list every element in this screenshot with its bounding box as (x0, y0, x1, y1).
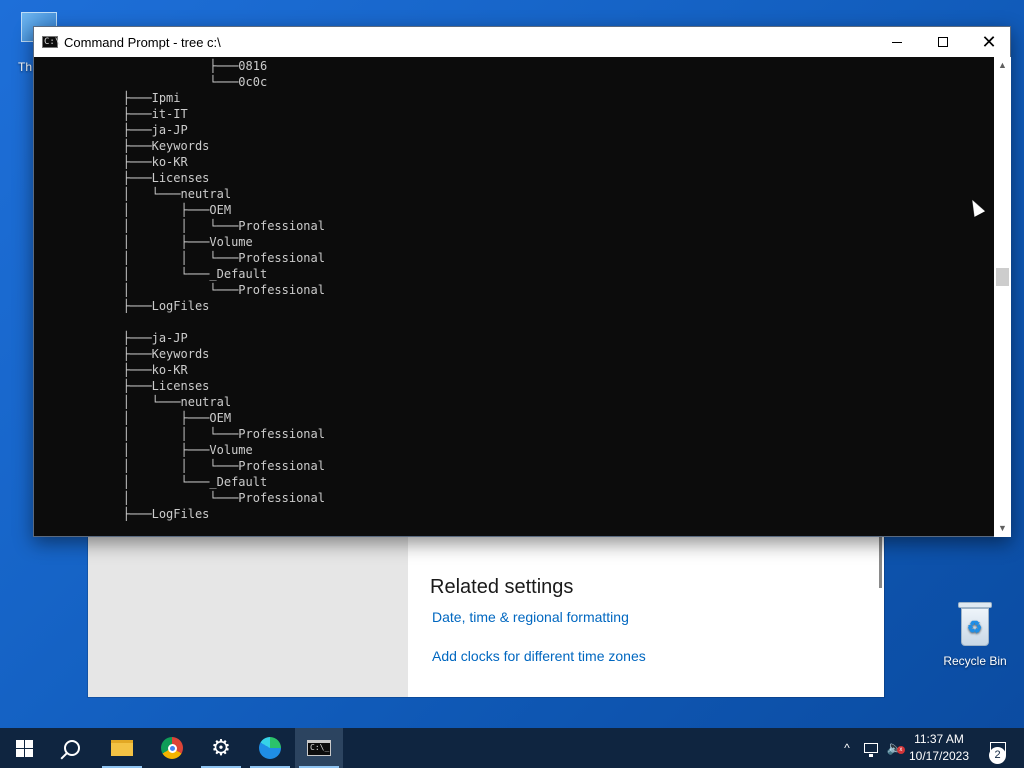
folder-icon (111, 740, 133, 756)
clock[interactable]: 11:37 AM 10/17/2023 (906, 731, 972, 765)
maximize-button[interactable] (920, 27, 966, 57)
related-settings-heading: Related settings (430, 576, 574, 598)
taskbar: ⚙ C:\_ ^ 🔈 x 11:37 AM 10/17/2023 2 (0, 728, 1024, 768)
notification-count-badge: 2 (989, 747, 1006, 764)
scroll-down-arrow-icon[interactable]: ▼ (994, 520, 1011, 537)
clock-time: 11:37 AM (914, 732, 964, 746)
regional-formatting-link[interactable]: Date, time & regional formatting (432, 609, 629, 625)
settings-button[interactable]: ⚙ (197, 728, 245, 768)
show-hidden-icons-button[interactable]: ^ (838, 728, 856, 768)
windows-logo-icon (15, 739, 33, 757)
volume-muted-icon: 🔈 x (886, 740, 905, 755)
close-button[interactable]: ✕ (966, 27, 1012, 57)
tree-output-text: ├───0816 └───0c0c ├───Ipmi ├───it-IT ├──… (122, 59, 325, 521)
settings-scrollbar[interactable] (879, 536, 882, 588)
settings-nav-pane (88, 536, 408, 697)
this-pc-label: Th (18, 60, 33, 74)
search-button[interactable] (48, 728, 96, 768)
recycle-bin-icon: ♻ (956, 602, 994, 648)
minimize-button[interactable] (874, 27, 920, 57)
clock-date: 10/17/2023 (908, 749, 970, 763)
console-output[interactable]: ├───0816 └───0c0c ├───Ipmi ├───it-IT ├──… (34, 57, 994, 537)
command-prompt-window[interactable]: C:\ Command Prompt - tree c:\ ✕ ├───0816… (33, 26, 1011, 537)
recycle-bin-desktop-icon[interactable]: ♻ Recycle Bin (940, 600, 1010, 668)
minimize-icon (892, 41, 902, 43)
command-prompt-taskbar-button[interactable]: C:\_ (295, 728, 343, 768)
file-explorer-button[interactable] (98, 728, 146, 768)
cmd-window-title: Command Prompt - tree c:\ (64, 35, 221, 50)
add-clocks-link[interactable]: Add clocks for different time zones (432, 648, 646, 664)
cmd-icon: C:\_ (307, 740, 331, 756)
scroll-up-arrow-icon[interactable]: ▲ (994, 57, 1011, 74)
network-icon (864, 743, 878, 757)
chrome-icon (161, 737, 183, 759)
chevron-up-icon: ^ (844, 741, 850, 755)
start-button[interactable] (0, 728, 48, 768)
close-icon: ✕ (981, 32, 997, 52)
search-icon (64, 740, 80, 756)
volume-button[interactable]: 🔈 x (884, 728, 906, 768)
scrollbar-thumb[interactable] (996, 268, 1009, 286)
edge-icon (259, 737, 281, 759)
maximize-icon (938, 37, 948, 47)
console-scrollbar[interactable]: ▲ ▼ (994, 57, 1011, 537)
cmd-title-bar[interactable]: C:\ Command Prompt - tree c:\ ✕ (34, 27, 1010, 57)
chrome-button[interactable] (148, 728, 196, 768)
gear-icon: ⚙ (211, 735, 231, 760)
network-button[interactable] (860, 728, 882, 768)
recycle-bin-label: Recycle Bin (943, 654, 1007, 668)
settings-window: Related settings Date, time & regional f… (88, 536, 884, 697)
edge-button[interactable] (246, 728, 294, 768)
cmd-app-icon: C:\ (42, 36, 61, 48)
